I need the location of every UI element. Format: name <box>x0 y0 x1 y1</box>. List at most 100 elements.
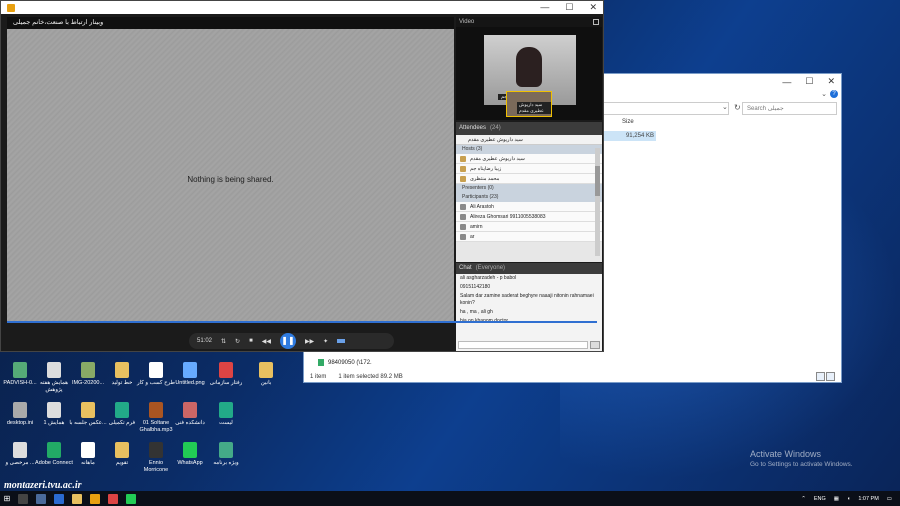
desktop-icon[interactable]: بانین <box>246 362 286 387</box>
search-icon[interactable] <box>18 493 28 504</box>
desktop-icon[interactable]: رفتار سازمانی <box>206 362 246 387</box>
file-icon <box>183 442 197 458</box>
desktop-icon-label: دانشکده فنی <box>175 420 205 426</box>
participant-row[interactable]: Ali Arastoh <box>456 202 602 212</box>
current-user-row[interactable]: سید داریوش عطیری مقدم <box>456 135 602 145</box>
desktop-icon[interactable]: لیست <box>206 402 246 427</box>
attendees-scrollbar[interactable] <box>595 148 600 256</box>
desktop-icon-label: رفتار سازمانی <box>209 380 243 386</box>
maximize-icon[interactable]: ☐ <box>565 2 573 13</box>
thumbnail-video-feed[interactable]: سید داریوش عطیری مقدم <box>506 91 552 117</box>
participant-row[interactable]: Alireza Ghomsari 9911005538083 <box>456 212 602 222</box>
chevron-down-icon[interactable]: ⌄ <box>821 90 827 98</box>
windows-start-icon[interactable]: ⊞ <box>0 491 14 506</box>
file-icon <box>47 362 61 378</box>
activate-windows-watermark: Activate Windows Go to Settings to activ… <box>750 449 853 468</box>
file-icon <box>13 402 27 418</box>
adobe-connect-taskbar-icon[interactable] <box>90 493 100 504</box>
whatsapp-taskbar-icon[interactable] <box>126 493 136 504</box>
file-icon <box>149 402 163 418</box>
task-view-icon[interactable] <box>36 493 46 504</box>
video-name-label: سید داریوش عطیری مقدم <box>517 102 551 114</box>
video-pod: Video زیبا رضاپناه جم سید داریوش عطیری م… <box>456 17 602 120</box>
host-row[interactable]: زیبا رضاپناه جم <box>456 164 602 174</box>
file-icon <box>13 442 27 458</box>
minimize-icon[interactable]: — <box>540 2 549 13</box>
window-titlebar: — ☐ ✕ <box>1 1 603 14</box>
app-taskbar-icon[interactable] <box>108 493 118 504</box>
file-icon <box>183 362 197 378</box>
playback-controls: 51:02 ⇅ ↻ ■ ◀◀ ❚❚ ▶▶ ✦ <box>189 333 394 349</box>
file-icon <box>318 359 324 366</box>
file-icon <box>259 362 273 378</box>
video-pod-title: Video <box>456 17 602 27</box>
rewind-icon[interactable]: ◀◀ <box>262 338 271 345</box>
volume-slider[interactable] <box>337 339 346 343</box>
desktop-icon[interactable]: ویژه برنامه <box>206 442 246 467</box>
participant-row[interactable]: ar <box>456 232 602 242</box>
view-toggle[interactable] <box>816 372 835 381</box>
chat-input[interactable] <box>458 341 588 349</box>
store-icon[interactable] <box>54 493 64 504</box>
refresh-icon[interactable]: ↻ <box>734 103 741 112</box>
presenters-group-header[interactable]: Presenters (0) <box>456 184 602 193</box>
maximize-icon[interactable]: ☐ <box>805 76 813 87</box>
search-input[interactable]: Search جمیلی <box>742 102 837 115</box>
shuffle-icon[interactable]: ⇅ <box>221 338 226 345</box>
share-pod-title: وبینار ارتباط با صنعت،خانم جمیلی <box>7 17 454 29</box>
file-icon <box>81 362 95 378</box>
site-watermark: montazeri.tvu.ac.ir <box>4 480 82 491</box>
desktop-icon-label: لیست <box>219 420 233 426</box>
chat-message: ha , ma , ali gh <box>460 309 493 315</box>
volume-icon[interactable]: ✦ <box>323 338 328 345</box>
list-item[interactable]: 98409050 (\172. <box>318 359 372 366</box>
volume-icon[interactable]: ◖ <box>847 496 850 502</box>
selected-file-size[interactable]: 91,254 KB <box>604 131 656 141</box>
fast-forward-icon[interactable]: ▶▶ <box>305 338 314 345</box>
file-explorer-icon[interactable] <box>72 493 82 504</box>
notification-icon[interactable]: ▭ <box>887 496 892 502</box>
host-row[interactable]: سید داریوش عطیری مقدم <box>456 154 602 164</box>
size-column-header[interactable]: Size <box>622 119 634 125</box>
pod-menu-icon[interactable] <box>593 19 599 25</box>
help-icon[interactable]: ? <box>830 90 838 98</box>
taskbar: ⊞ ⌃ ENG ▦ ◖ 1:07 PM ▭ <box>0 491 900 506</box>
file-icon <box>115 442 129 458</box>
clock[interactable]: 1:07 PM <box>858 496 878 502</box>
participants-group-header[interactable]: Participants (23) <box>456 193 602 202</box>
send-button[interactable] <box>590 341 600 349</box>
desktop-icon[interactable]: دانشکده فنی <box>170 402 210 427</box>
stop-icon[interactable]: ■ <box>249 338 253 344</box>
close-icon[interactable]: ✕ <box>827 76 835 87</box>
file-icon <box>219 442 233 458</box>
minimize-icon[interactable]: — <box>782 77 791 87</box>
adobe-connect-window[interactable]: — ☐ ✕ وبینار ارتباط با صنعت،خانم جمیلی N… <box>0 0 604 352</box>
attendees-pod: Attendees (24) سید داریوش عطیری مقدم Host… <box>456 122 602 262</box>
desktop-icon-label: بانین <box>260 380 272 386</box>
repeat-icon[interactable]: ↻ <box>235 338 240 345</box>
pause-button[interactable]: ❚❚ <box>279 333 296 349</box>
desktop-icon-label: ویژه برنامه <box>213 460 239 466</box>
participant-row[interactable]: amirn <box>456 222 602 232</box>
host-row[interactable]: محمد منتظری <box>456 174 602 184</box>
language-indicator[interactable]: ENG <box>814 496 826 502</box>
chevron-up-icon[interactable]: ⌃ <box>801 496 806 502</box>
share-status-message: Nothing is being shared. <box>187 175 274 184</box>
desktop-icon[interactable]: WhatsApp <box>170 442 210 467</box>
playback-progress-bar[interactable] <box>7 321 597 323</box>
close-icon[interactable]: ✕ <box>589 2 597 13</box>
desktop-icon-label: WhatsApp <box>177 460 203 466</box>
desktop-icon[interactable]: Untitled.png <box>170 362 210 387</box>
details-view-icon[interactable] <box>816 372 825 381</box>
network-icon[interactable]: ▦ <box>834 496 839 502</box>
file-icon <box>47 442 61 458</box>
tiles-view-icon[interactable] <box>826 372 835 381</box>
chevron-down-icon[interactable]: ⌄ <box>722 103 728 111</box>
hosts-group-header[interactable]: Hosts (3) <box>456 145 602 154</box>
file-icon <box>81 402 95 418</box>
file-icon <box>13 362 27 378</box>
chat-pod: Chat (Everyone) ali asgharzadeh - p babol… <box>456 263 602 351</box>
status-bar: 1 item 1 item selected 89.2 MB <box>310 374 403 380</box>
file-icon <box>115 362 129 378</box>
chat-message: 09151142180 <box>460 284 491 290</box>
